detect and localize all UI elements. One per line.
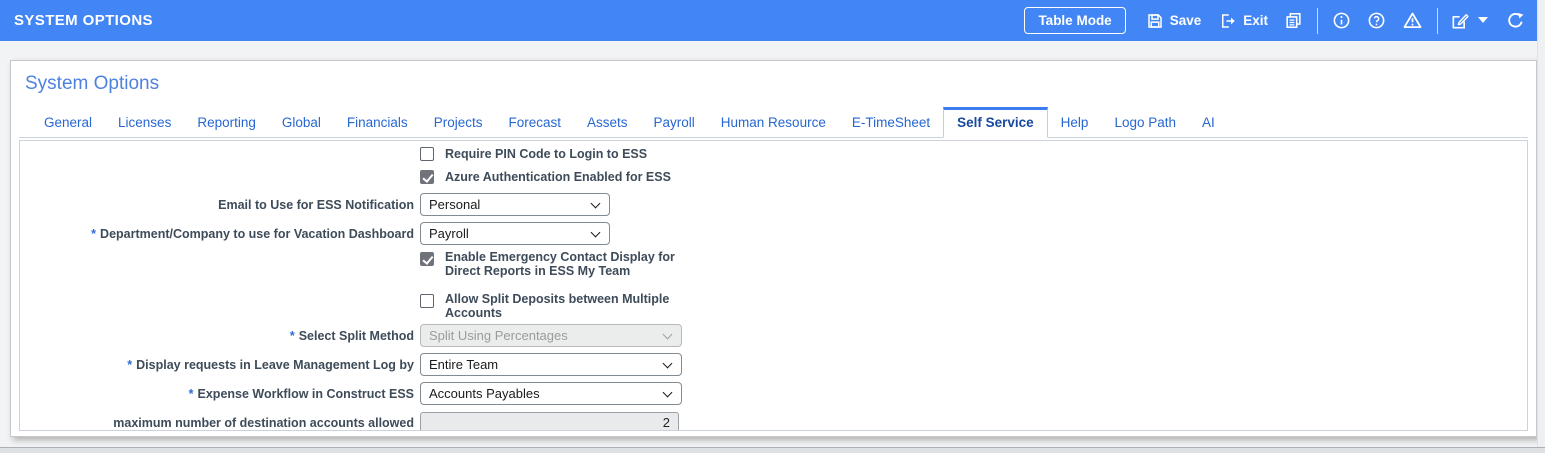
field-row: * Display requests in Leave Management Lo…: [20, 353, 1527, 376]
required-marker: *: [289, 328, 295, 343]
field-row: Email to Use for ESS Notification Person…: [20, 193, 1527, 216]
split-deposits-checkbox[interactable]: [420, 294, 434, 308]
tab-self-service[interactable]: Self Service: [943, 107, 1048, 138]
chevron-down-icon: [662, 387, 673, 398]
require-pin-checkbox[interactable]: [420, 147, 434, 161]
exit-button[interactable]: Exit: [1219, 12, 1268, 30]
tab-logo-path[interactable]: Logo Path: [1101, 109, 1189, 137]
system-options-panel: System Options General Licenses Reporting G…: [10, 60, 1537, 437]
field-label: * Expense Workflow in Construct ESS: [188, 386, 414, 401]
save-label: Save: [1169, 13, 1202, 28]
exit-label: Exit: [1243, 13, 1268, 28]
chevron-down-icon: [590, 198, 601, 209]
help-icon[interactable]: [1367, 11, 1386, 30]
email-ess-notification-select[interactable]: Personal: [420, 193, 610, 216]
documents-icon[interactable]: [1284, 11, 1303, 30]
tab-bar: General Licenses Reporting Global Financials…: [19, 107, 1528, 138]
tab-general[interactable]: General: [31, 109, 105, 137]
required-marker: *: [188, 386, 194, 401]
field-label: * Department/Company to use for Vacation …: [91, 226, 414, 241]
split-deposits-checkbox-label[interactable]: Allow Split Deposits between Multiple Ac…: [445, 292, 700, 320]
azure-auth-checkbox-label[interactable]: Azure Authentication Enabled for ESS: [445, 169, 671, 185]
required-marker: *: [127, 357, 133, 372]
chevron-down-icon: [662, 358, 673, 369]
field-row: maximum number of destination accounts a…: [20, 412, 1527, 430]
required-marker: *: [91, 226, 97, 241]
selected-value: Personal: [429, 197, 481, 212]
field-label: Email to Use for ESS Notification: [218, 197, 414, 212]
window-bottom-edge: [0, 447, 1545, 453]
chevron-down-icon: [590, 227, 601, 238]
header-toolbar: Table Mode Save Exit: [1024, 7, 1537, 34]
azure-auth-checkbox[interactable]: [420, 170, 434, 184]
tab-human-resource[interactable]: Human Resource: [708, 109, 839, 137]
expense-workflow-select[interactable]: Accounts Payables: [420, 382, 682, 405]
selected-value: Entire Team: [429, 357, 499, 372]
field-row: Enable Emergency Contact Display for Dir…: [20, 250, 1527, 278]
selected-value: Split Using Percentages: [429, 328, 568, 343]
emergency-contact-checkbox[interactable]: [420, 252, 434, 266]
table-mode-button[interactable]: Table Mode: [1024, 7, 1126, 34]
info-icon[interactable]: [1332, 11, 1351, 30]
tab-reporting[interactable]: Reporting: [184, 109, 269, 137]
save-icon: [1146, 12, 1164, 30]
require-pin-checkbox-label[interactable]: Require PIN Code to Login to ESS: [445, 146, 647, 162]
scrollbar-gutter[interactable]: [1537, 0, 1545, 453]
tab-e-timesheet[interactable]: E-TimeSheet: [839, 109, 943, 137]
save-button[interactable]: Save: [1146, 12, 1202, 30]
field-row: Allow Split Deposits between Multiple Ac…: [20, 292, 1527, 320]
field-row: Require PIN Code to Login to ESS: [20, 146, 1527, 162]
tab-help[interactable]: Help: [1048, 109, 1102, 137]
tab-global[interactable]: Global: [269, 109, 334, 137]
app-header: SYSTEM OPTIONS Table Mode Save Exit: [0, 0, 1537, 41]
page-title: System Options: [25, 73, 160, 94]
tab-assets[interactable]: Assets: [574, 109, 641, 137]
field-label: maximum number of destination accounts a…: [113, 416, 414, 430]
self-service-tab-content: Require PIN Code to Login to ESS Azure A…: [19, 140, 1528, 431]
selected-value: Accounts Payables: [429, 386, 540, 401]
app-title: SYSTEM OPTIONS: [14, 12, 153, 29]
tab-ai[interactable]: AI: [1189, 109, 1228, 137]
tab-licenses[interactable]: Licenses: [105, 109, 184, 137]
warning-icon[interactable]: [1402, 10, 1423, 31]
field-row: Azure Authentication Enabled for ESS: [20, 169, 1527, 185]
tab-financials[interactable]: Financials: [334, 109, 421, 137]
exit-icon: [1219, 12, 1237, 30]
field-row: * Select Split Method Split Using Percent…: [20, 324, 1527, 347]
field-row: * Department/Company to use for Vacation …: [20, 222, 1527, 245]
selected-value: Payroll: [429, 226, 469, 241]
field-label: * Display requests in Leave Management Lo…: [127, 357, 414, 372]
emergency-contact-checkbox-label[interactable]: Enable Emergency Contact Display for Dir…: [445, 250, 700, 278]
chevron-down-icon[interactable]: [1478, 17, 1488, 24]
split-method-select: Split Using Percentages: [420, 324, 682, 347]
toolbar-divider: [1317, 7, 1318, 34]
field-row: * Expense Workflow in Construct ESS Accou…: [20, 382, 1527, 405]
refresh-icon[interactable]: [1506, 11, 1525, 30]
leave-management-display-select[interactable]: Entire Team: [420, 353, 682, 376]
tab-payroll[interactable]: Payroll: [641, 109, 708, 137]
chevron-down-icon: [662, 329, 673, 340]
edit-icon[interactable]: [1450, 11, 1470, 31]
toolbar-divider: [1437, 7, 1438, 34]
tab-projects[interactable]: Projects: [421, 109, 496, 137]
field-label: * Select Split Method: [289, 328, 414, 343]
vacation-dashboard-department-select[interactable]: Payroll: [420, 222, 610, 245]
tab-forecast[interactable]: Forecast: [495, 109, 574, 137]
max-destination-accounts-input: 2: [420, 412, 679, 430]
